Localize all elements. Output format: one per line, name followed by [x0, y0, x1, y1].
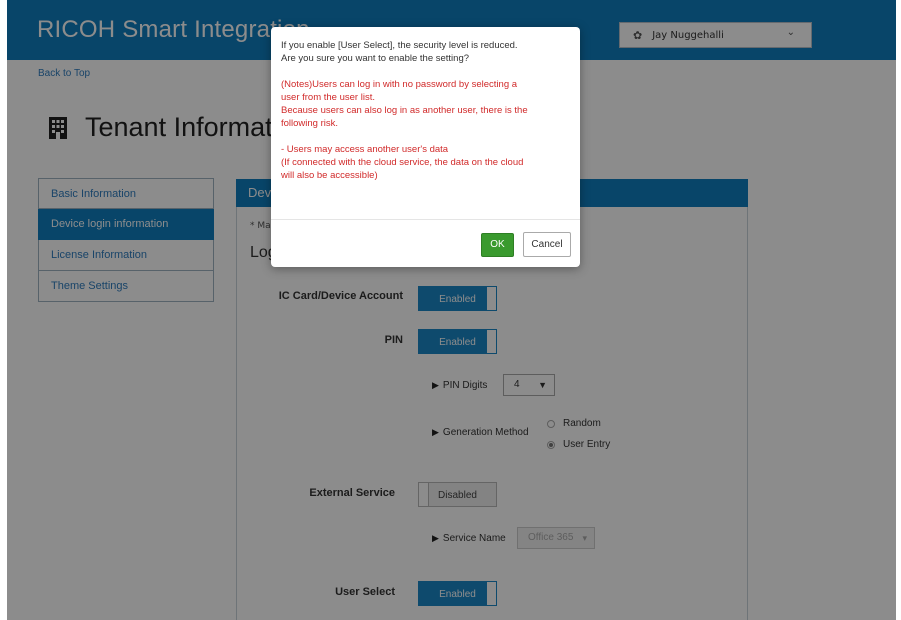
dialog-note-line: user from the user list. [281, 92, 375, 103]
dialog-question-line: Are you sure you want to enable the sett… [281, 53, 470, 64]
cancel-button[interactable]: Cancel [523, 232, 571, 257]
dialog-question-line: If you enable [User Select], the securit… [281, 40, 518, 51]
confirm-dialog: If you enable [User Select], the securit… [271, 27, 580, 267]
ok-button[interactable]: OK [481, 233, 514, 257]
app-screen: RICOH Smart Integration ✿ Jay Nuggehalli… [7, 0, 896, 620]
dialog-note-line: following risk. [281, 118, 339, 129]
dialog-risk-line: - Users may access another user's data [281, 144, 449, 155]
dialog-risk-line: (If connected with the cloud service, th… [281, 157, 524, 168]
dialog-divider [271, 219, 580, 220]
dialog-body: If you enable [User Select], the securit… [281, 39, 571, 182]
dialog-note-line: (Notes)Users can log in with no password… [281, 79, 518, 90]
dialog-risk-line: will also be accessible) [281, 170, 378, 181]
dialog-note-line: Because users can also log in as another… [281, 105, 528, 116]
